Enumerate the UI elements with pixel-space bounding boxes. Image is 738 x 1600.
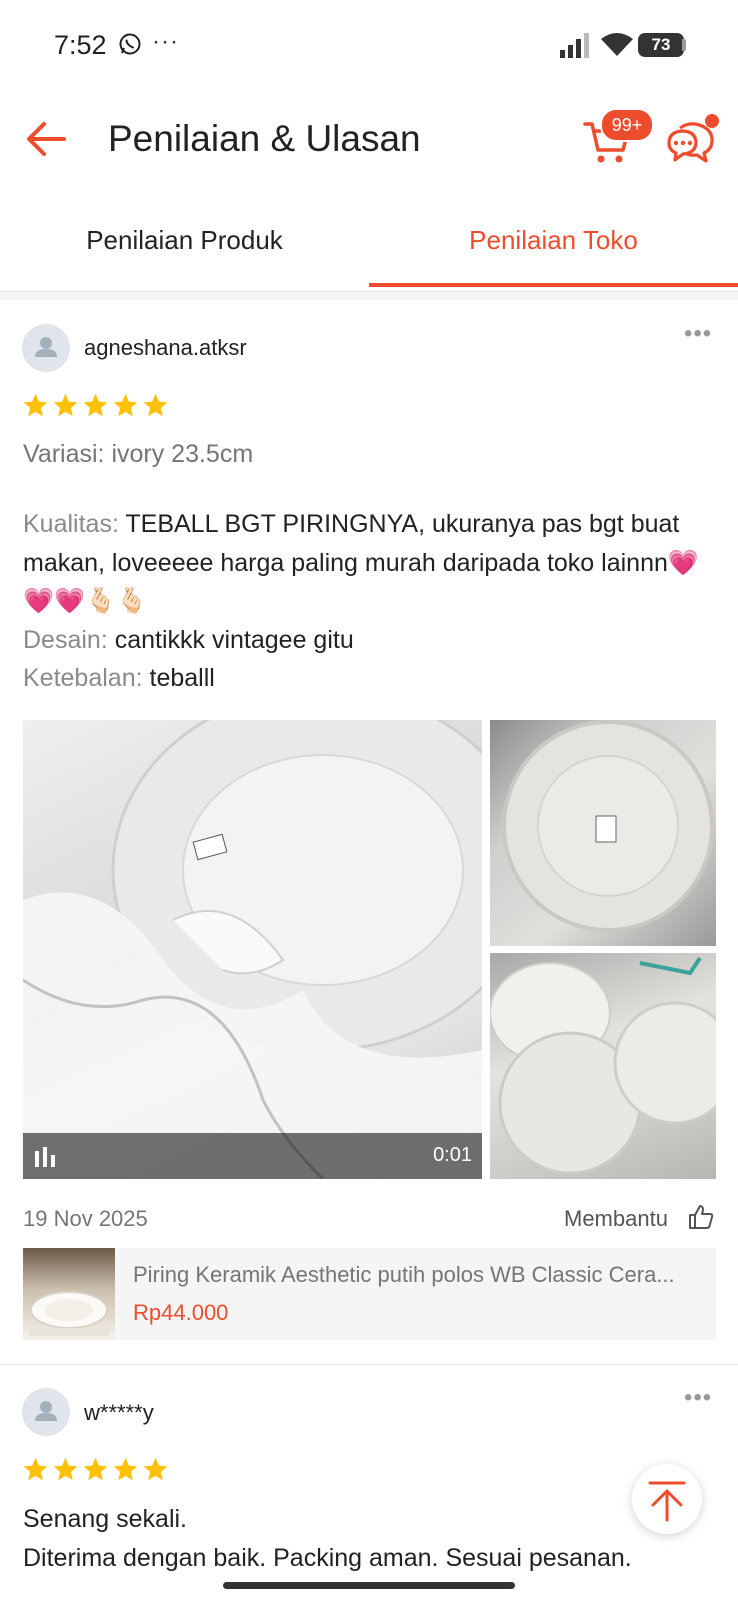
star-icon [143, 1457, 168, 1481]
review-body: Senang sekali. Diterima dengan baik. Pac… [23, 1500, 713, 1577]
scroll-to-top-button[interactable] [632, 1464, 702, 1534]
arrow-up-icon [648, 1481, 686, 1522]
avatar[interactable] [22, 1388, 70, 1436]
user-icon [35, 1401, 57, 1421]
review-line: Diterima dengan baik. Packing aman. Sesu… [23, 1543, 632, 1572]
star-icon [113, 1457, 138, 1481]
reviewer-username[interactable]: w*****y [84, 1400, 154, 1426]
review-card: w*****y ••• Senang sekali. Diterima deng… [0, 0, 738, 1600]
star-rating [22, 1456, 169, 1484]
star-icon [83, 1457, 108, 1481]
more-options-icon[interactable]: ••• [684, 1384, 712, 1412]
review-line: Senang sekali. [23, 1505, 188, 1533]
home-indicator[interactable] [223, 1582, 515, 1589]
star-icon [53, 1457, 78, 1481]
star-icon [23, 1457, 48, 1481]
